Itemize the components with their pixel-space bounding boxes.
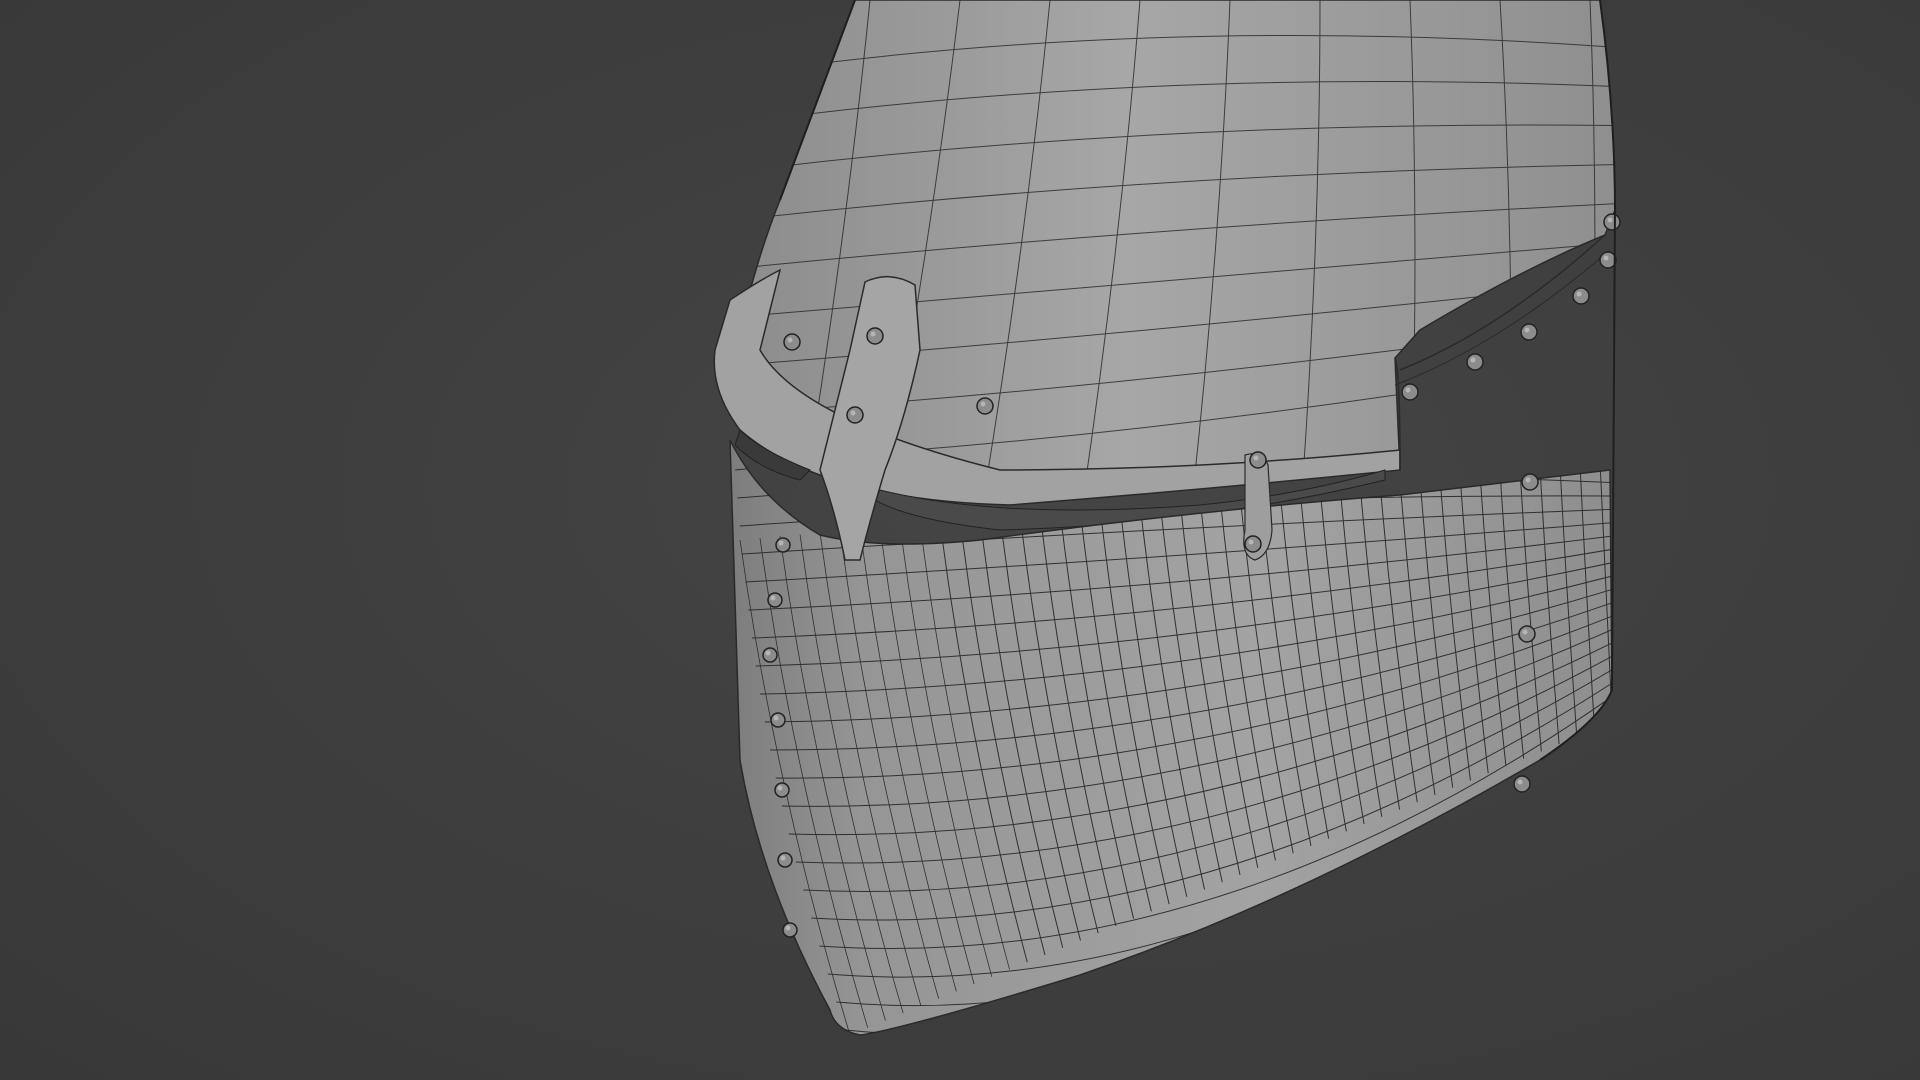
rivet-highlight xyxy=(1470,357,1476,363)
rivet-highlight xyxy=(1517,779,1523,785)
rivet-highlight xyxy=(850,410,856,416)
rivet xyxy=(976,397,994,415)
rivet-highlight xyxy=(1405,387,1411,393)
rivet-highlight xyxy=(1607,217,1613,223)
rivet-highlight xyxy=(1525,477,1531,483)
rivet-highlight xyxy=(1522,629,1528,635)
rivet-highlight xyxy=(980,401,986,407)
rivet-highlight xyxy=(1603,255,1609,261)
rivet xyxy=(1572,287,1590,305)
rivet xyxy=(1513,775,1531,793)
rivet xyxy=(1244,535,1262,553)
rivet xyxy=(774,782,790,798)
rivet-highlight xyxy=(780,855,786,861)
rivet-highlight xyxy=(770,595,776,601)
rivet xyxy=(762,647,778,663)
rivet xyxy=(783,333,801,351)
rivet xyxy=(1520,323,1538,341)
rivet xyxy=(1521,473,1539,491)
rivet-highlight xyxy=(785,925,791,931)
rivet xyxy=(1466,353,1484,371)
rivet xyxy=(1401,383,1419,401)
rivet-highlight xyxy=(778,540,784,546)
helmet-wireframe-render xyxy=(713,0,1621,1036)
rivet xyxy=(777,852,793,868)
rivet-highlight xyxy=(870,331,876,337)
rivet xyxy=(782,922,798,938)
rivet-highlight xyxy=(1576,291,1582,297)
rivet xyxy=(1249,451,1267,469)
rivet xyxy=(775,537,791,553)
rivet xyxy=(866,327,884,345)
rivet-highlight xyxy=(1253,455,1259,461)
rivet xyxy=(1599,251,1617,269)
rivet-highlight xyxy=(1524,327,1530,333)
3d-viewport[interactable] xyxy=(0,0,1920,1080)
rivet-highlight xyxy=(773,715,779,721)
rivet-highlight xyxy=(787,337,793,343)
rivet-highlight xyxy=(765,650,771,656)
rivet-highlight xyxy=(777,785,783,791)
rivet-highlight xyxy=(1248,539,1254,545)
rivet xyxy=(1603,213,1621,231)
rivet xyxy=(767,592,783,608)
rivet xyxy=(770,712,786,728)
rivet xyxy=(846,406,864,424)
rivet xyxy=(1518,625,1536,643)
